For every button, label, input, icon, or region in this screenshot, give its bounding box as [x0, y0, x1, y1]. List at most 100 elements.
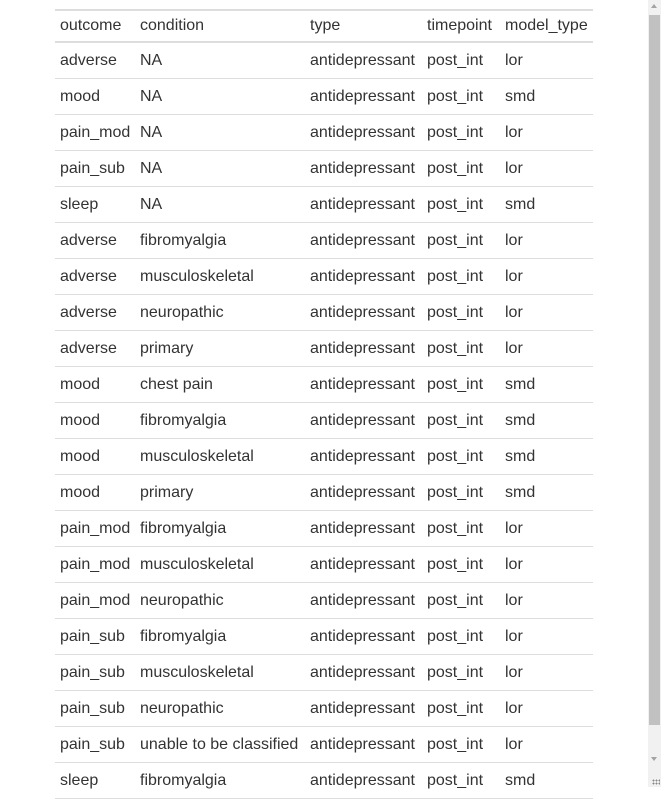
- cell-condition: chest pain: [135, 366, 305, 403]
- scroll-down-arrow-icon[interactable]: [651, 757, 657, 761]
- cell-type: antidepressant: [305, 474, 422, 511]
- column-header-timepoint[interactable]: timepoint: [422, 9, 500, 43]
- cell-condition: NA: [135, 78, 305, 115]
- cell-outcome: sleep: [55, 186, 135, 223]
- table-row: mood primary antidepressant post_int smd: [55, 474, 593, 511]
- cell-timepoint: post_int: [422, 546, 500, 583]
- table-row: pain_sub fibromyalgia antidepressant post_i…: [55, 618, 593, 655]
- cell-condition: musculoskeletal: [135, 546, 305, 583]
- cell-timepoint: post_int: [422, 762, 500, 799]
- cell-type: antidepressant: [305, 510, 422, 547]
- cell-model-type: smd: [500, 78, 593, 115]
- cell-timepoint: post_int: [422, 438, 500, 475]
- table-row: mood fibromyalgia antidepressant post_int sm…: [55, 402, 593, 439]
- cell-outcome: mood: [55, 78, 135, 115]
- cell-model-type: lor: [500, 690, 593, 727]
- cell-model-type: lor: [500, 258, 593, 295]
- table-row: sleep fibromyalgia antidepressant post_int s…: [55, 762, 593, 799]
- resize-grip-icon[interactable]: [652, 779, 660, 785]
- cell-model-type: lor: [500, 294, 593, 331]
- cell-outcome: adverse: [55, 42, 135, 79]
- cell-outcome: pain_sub: [55, 150, 135, 187]
- cell-outcome: pain_mod: [55, 582, 135, 619]
- column-header-type[interactable]: type: [305, 9, 422, 43]
- cell-condition: primary: [135, 474, 305, 511]
- scrollbar-thumb[interactable]: [649, 15, 660, 725]
- cell-type: antidepressant: [305, 294, 422, 331]
- cell-condition: fibromyalgia: [135, 222, 305, 259]
- cell-type: antidepressant: [305, 366, 422, 403]
- cell-type: antidepressant: [305, 78, 422, 115]
- cell-timepoint: post_int: [422, 726, 500, 763]
- cell-outcome: mood: [55, 402, 135, 439]
- cell-outcome: mood: [55, 474, 135, 511]
- table-row: adverse NA antidepressant post_int lor: [55, 42, 593, 79]
- cell-model-type: smd: [500, 402, 593, 439]
- cell-model-type: smd: [500, 474, 593, 511]
- table-row: sleep NA antidepressant post_int smd: [55, 186, 593, 223]
- vertical-scrollbar[interactable]: [648, 0, 661, 787]
- cell-model-type: lor: [500, 114, 593, 151]
- cell-timepoint: post_int: [422, 618, 500, 655]
- table-row: pain_mod musculoskeletal antidepressant pos…: [55, 546, 593, 583]
- column-header-outcome[interactable]: outcome: [55, 9, 135, 43]
- cell-type: antidepressant: [305, 618, 422, 655]
- cell-outcome: adverse: [55, 222, 135, 259]
- cell-condition: neuropathic: [135, 294, 305, 331]
- cell-type: antidepressant: [305, 150, 422, 187]
- cell-outcome: mood: [55, 366, 135, 403]
- cell-timepoint: post_int: [422, 222, 500, 259]
- cell-type: antidepressant: [305, 690, 422, 727]
- table-row: adverse primary antidepressant post_int lor: [55, 330, 593, 367]
- cell-type: antidepressant: [305, 114, 422, 151]
- cell-timepoint: post_int: [422, 78, 500, 115]
- column-header-condition[interactable]: condition: [135, 9, 305, 43]
- cell-model-type: smd: [500, 438, 593, 475]
- data-table: outcome condition type timepoint model_type …: [55, 9, 593, 799]
- table-row: pain_mod NA antidepressant post_int lor: [55, 114, 593, 151]
- table-row: pain_sub neuropathic antidepressant post_in…: [55, 690, 593, 727]
- cell-condition: musculoskeletal: [135, 654, 305, 691]
- table-row: adverse fibromyalgia antidepressant post_in…: [55, 222, 593, 259]
- cell-condition: primary: [135, 330, 305, 367]
- cell-outcome: pain_sub: [55, 654, 135, 691]
- cell-model-type: lor: [500, 618, 593, 655]
- cell-type: antidepressant: [305, 762, 422, 799]
- cell-outcome: adverse: [55, 294, 135, 331]
- cell-condition: fibromyalgia: [135, 618, 305, 655]
- table-row: adverse neuropathic antidepressant post_int…: [55, 294, 593, 331]
- table-row: adverse musculoskeletal antidepressant post…: [55, 258, 593, 295]
- cell-type: antidepressant: [305, 186, 422, 223]
- cell-condition: NA: [135, 150, 305, 187]
- cell-outcome: sleep: [55, 762, 135, 799]
- table-row: mood musculoskeletal antidepressant post_in…: [55, 438, 593, 475]
- cell-model-type: lor: [500, 510, 593, 547]
- cell-model-type: lor: [500, 726, 593, 763]
- cell-condition: NA: [135, 42, 305, 79]
- scroll-up-arrow-icon[interactable]: [651, 4, 657, 8]
- cell-model-type: lor: [500, 42, 593, 79]
- cell-timepoint: post_int: [422, 114, 500, 151]
- cell-outcome: adverse: [55, 330, 135, 367]
- cell-type: antidepressant: [305, 402, 422, 439]
- cell-timepoint: post_int: [422, 294, 500, 331]
- cell-model-type: smd: [500, 762, 593, 799]
- table-header-row: outcome condition type timepoint model_type: [55, 9, 593, 43]
- cell-model-type: lor: [500, 330, 593, 367]
- cell-outcome: mood: [55, 438, 135, 475]
- cell-outcome: adverse: [55, 258, 135, 295]
- table-row: mood chest pain antidepressant post_int smd: [55, 366, 593, 403]
- cell-outcome: pain_sub: [55, 690, 135, 727]
- cell-model-type: lor: [500, 546, 593, 583]
- cell-model-type: smd: [500, 366, 593, 403]
- cell-condition: unable to be classified: [135, 726, 305, 763]
- cell-timepoint: post_int: [422, 690, 500, 727]
- cell-outcome: pain_sub: [55, 618, 135, 655]
- cell-model-type: lor: [500, 582, 593, 619]
- cell-outcome: pain_sub: [55, 726, 135, 763]
- column-header-model-type[interactable]: model_type: [500, 9, 593, 43]
- cell-model-type: lor: [500, 654, 593, 691]
- cell-outcome: pain_mod: [55, 546, 135, 583]
- cell-condition: fibromyalgia: [135, 402, 305, 439]
- cell-condition: NA: [135, 186, 305, 223]
